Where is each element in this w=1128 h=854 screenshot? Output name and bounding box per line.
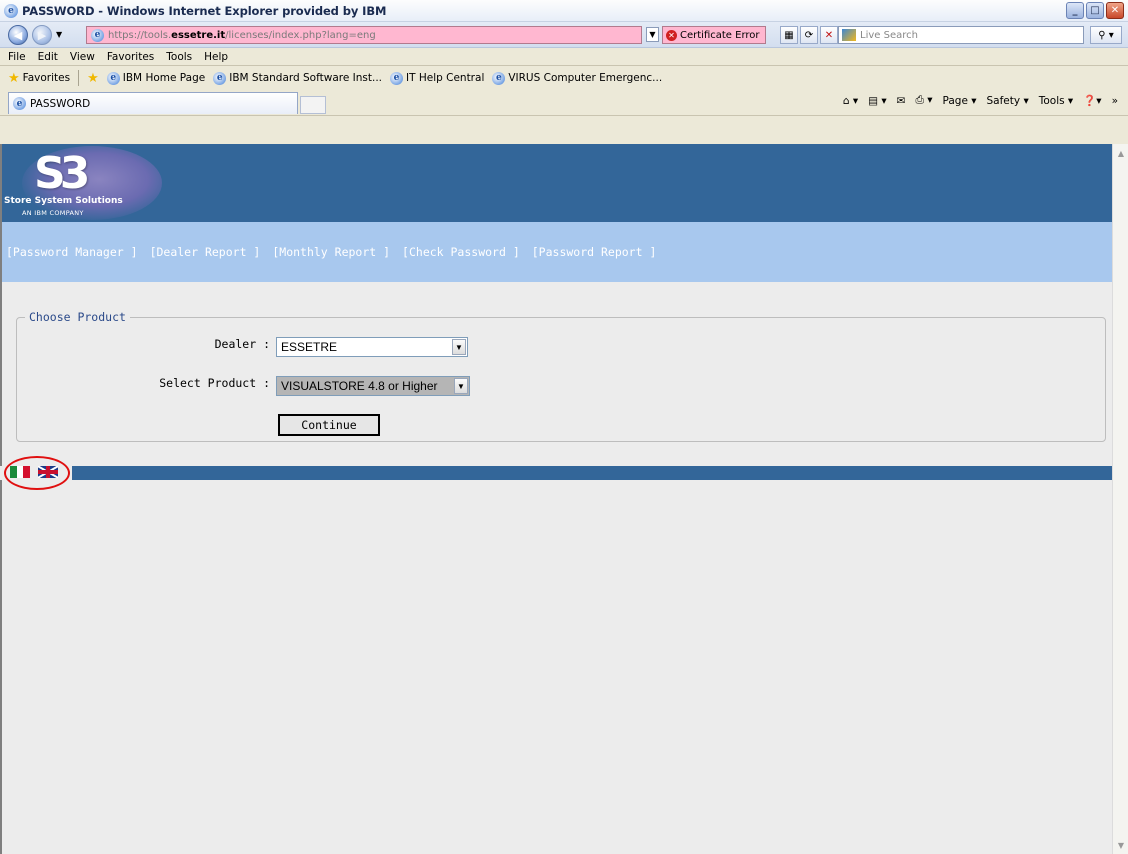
window-border (0, 144, 2, 854)
site-footer-bar (0, 466, 1112, 480)
help-icon[interactable]: ❓▾ (1083, 94, 1101, 107)
scroll-down-icon[interactable]: ▼ (1114, 838, 1128, 852)
ie-page-icon: e (492, 71, 506, 85)
favorites-star-icon: ★ (8, 70, 20, 86)
window-titlebar: e PASSWORD - Windows Internet Explorer p… (0, 0, 1128, 22)
logo-subtitle: AN IBM COMPANY (22, 209, 84, 217)
command-bar: ⌂ ▾ ▤ ▾ ✉ ⎙ ▾ Page ▾ Safety ▾ Tools ▾ ❓▾… (843, 94, 1118, 107)
menu-tools[interactable]: Tools (166, 51, 192, 63)
nav-password-report[interactable]: [Password Report ] (532, 245, 657, 259)
fav-link-it-help[interactable]: e IT Help Central (390, 71, 485, 85)
product-select[interactable]: VISUALSTORE 4.8 or Higher ▼ (276, 376, 470, 396)
address-input[interactable]: e https://tools. essetre.it/licenses/inde… (86, 26, 642, 44)
forward-button[interactable]: ▶ (32, 25, 52, 45)
scroll-up-icon[interactable]: ▲ (1114, 146, 1128, 160)
add-favorite-icon[interactable]: ★ (87, 71, 99, 86)
back-button[interactable]: ◀ (8, 25, 28, 45)
certificate-error-label: Certificate Error (680, 29, 760, 41)
product-selected-value: VISUALSTORE 4.8 or Higher (281, 379, 438, 393)
favorites-label: Favorites (22, 72, 71, 84)
nav-dealer-report[interactable]: [Dealer Report ] (150, 245, 261, 259)
favorites-toolbar: ★ Favorites ★ e IBM Home Page e IBM Stan… (0, 66, 1128, 116)
site-logo[interactable]: S3 Store System Solutions AN IBM COMPANY (2, 144, 162, 222)
menu-favorites[interactable]: Favorites (107, 51, 154, 63)
choose-product-legend: Choose Product (29, 310, 126, 324)
tools-menu[interactable]: Tools ▾ (1039, 95, 1073, 107)
chevron-more-icon[interactable]: » (1112, 95, 1118, 107)
live-search-icon (842, 29, 856, 41)
tools-menu-label: Tools (1038, 94, 1065, 107)
logo-mark: S3 (34, 148, 90, 199)
feeds-icon[interactable]: ▤ ▾ (868, 95, 887, 107)
separator (78, 70, 80, 86)
dealer-select[interactable]: ESSETRE ▼ (276, 337, 468, 357)
page-content: S3 Store System Solutions AN IBM COMPANY… (0, 144, 1112, 854)
url-host: essetre.it (171, 29, 226, 41)
error-icon: ✕ (666, 29, 677, 41)
chevron-down-icon[interactable]: ▼ (454, 378, 468, 394)
site-header: S3 Store System Solutions AN IBM COMPANY (0, 144, 1112, 222)
nav-check-password[interactable]: [Check Password ] (402, 245, 520, 259)
ie-logo-icon: e (4, 3, 18, 18)
fav-link-virus[interactable]: e VIRUS Computer Emergenc... (492, 71, 663, 85)
tab-row: e PASSWORD ⌂ ▾ ▤ ▾ ✉ ⎙ ▾ Page ▾ Safety ▾… (0, 90, 1128, 116)
nav-monthly-report[interactable]: [Monthly Report ] (272, 245, 390, 259)
mail-icon[interactable]: ✉ (897, 95, 906, 107)
site-nav: [Password Manager ] [Dealer Report ] [Mo… (0, 222, 1112, 282)
address-dropdown-button[interactable]: ▼ (646, 27, 659, 42)
address-toolbar: ◀ ▶ ▼ e https://tools. essetre.it/license… (0, 22, 1128, 48)
window-title: PASSWORD - Windows Internet Explorer pro… (22, 3, 387, 18)
select-product-label: Select Product : (159, 376, 270, 390)
minimize-button[interactable]: _ (1066, 2, 1084, 19)
search-placeholder: Live Search (860, 29, 918, 41)
fav-link-ibm-software[interactable]: e IBM Standard Software Inst... (213, 71, 382, 85)
maximize-button[interactable]: □ (1086, 2, 1104, 19)
menu-help[interactable]: Help (204, 51, 228, 63)
print-icon[interactable]: ⎙ ▾ (915, 94, 932, 107)
page-icon: e (91, 28, 104, 42)
fav-link-label: VIRUS Computer Emergenc... (508, 72, 663, 84)
favorites-button[interactable]: ★ Favorites (8, 71, 70, 86)
nav-password-manager[interactable]: [Password Manager ] (6, 245, 138, 259)
refresh-button[interactable]: ⟳ (800, 26, 818, 44)
search-button[interactable]: ⚲ ▾ (1090, 26, 1122, 44)
chevron-down-icon[interactable]: ▼ (452, 339, 466, 355)
menu-file[interactable]: File (8, 51, 26, 63)
ie-page-icon: e (106, 71, 120, 85)
dealer-selected-value: ESSETRE (281, 340, 338, 354)
safety-menu-label: Safety (986, 94, 1021, 107)
annotation-circle (4, 456, 70, 490)
window-controls: _ □ ✕ (1066, 2, 1124, 19)
menu-bar: File Edit View Favorites Tools Help (0, 48, 1128, 66)
history-dropdown-icon[interactable]: ▼ (56, 30, 62, 39)
certificate-error-button[interactable]: ✕ Certificate Error (662, 26, 766, 44)
ie-page-icon: e (213, 71, 227, 85)
home-icon[interactable]: ⌂ ▾ (843, 95, 858, 107)
new-tab-button[interactable] (300, 96, 326, 114)
continue-button[interactable]: Continue (278, 414, 380, 436)
fav-link-ibm-home[interactable]: e IBM Home Page (106, 71, 206, 85)
tab-password[interactable]: e PASSWORD (8, 92, 298, 114)
stop-button[interactable]: ✕ (820, 26, 838, 44)
url-path: /licenses/index.php?lang=eng (225, 29, 376, 41)
page-menu[interactable]: Page ▾ (942, 95, 976, 107)
logo-tagline: Store System Solutions (4, 196, 123, 206)
fav-link-label: IBM Home Page (122, 72, 206, 84)
vertical-scrollbar[interactable]: ▲ ▼ (1112, 144, 1128, 854)
compatibility-button[interactable]: ▦ (780, 26, 798, 44)
page-menu-label: Page (942, 94, 968, 107)
dealer-label: Dealer : (214, 337, 270, 351)
fav-link-label: IT Help Central (406, 72, 485, 84)
url-prefix: https://tools. (108, 29, 172, 41)
tab-label: PASSWORD (30, 97, 91, 110)
menu-edit[interactable]: Edit (38, 51, 58, 63)
search-input[interactable]: Live Search (838, 26, 1084, 44)
ie-page-icon: e (390, 71, 403, 85)
menu-view[interactable]: View (70, 51, 95, 63)
fav-link-label: IBM Standard Software Inst... (229, 72, 382, 84)
close-button[interactable]: ✕ (1106, 2, 1124, 19)
safety-menu[interactable]: Safety ▾ (987, 95, 1029, 107)
ie-page-icon: e (13, 97, 26, 110)
